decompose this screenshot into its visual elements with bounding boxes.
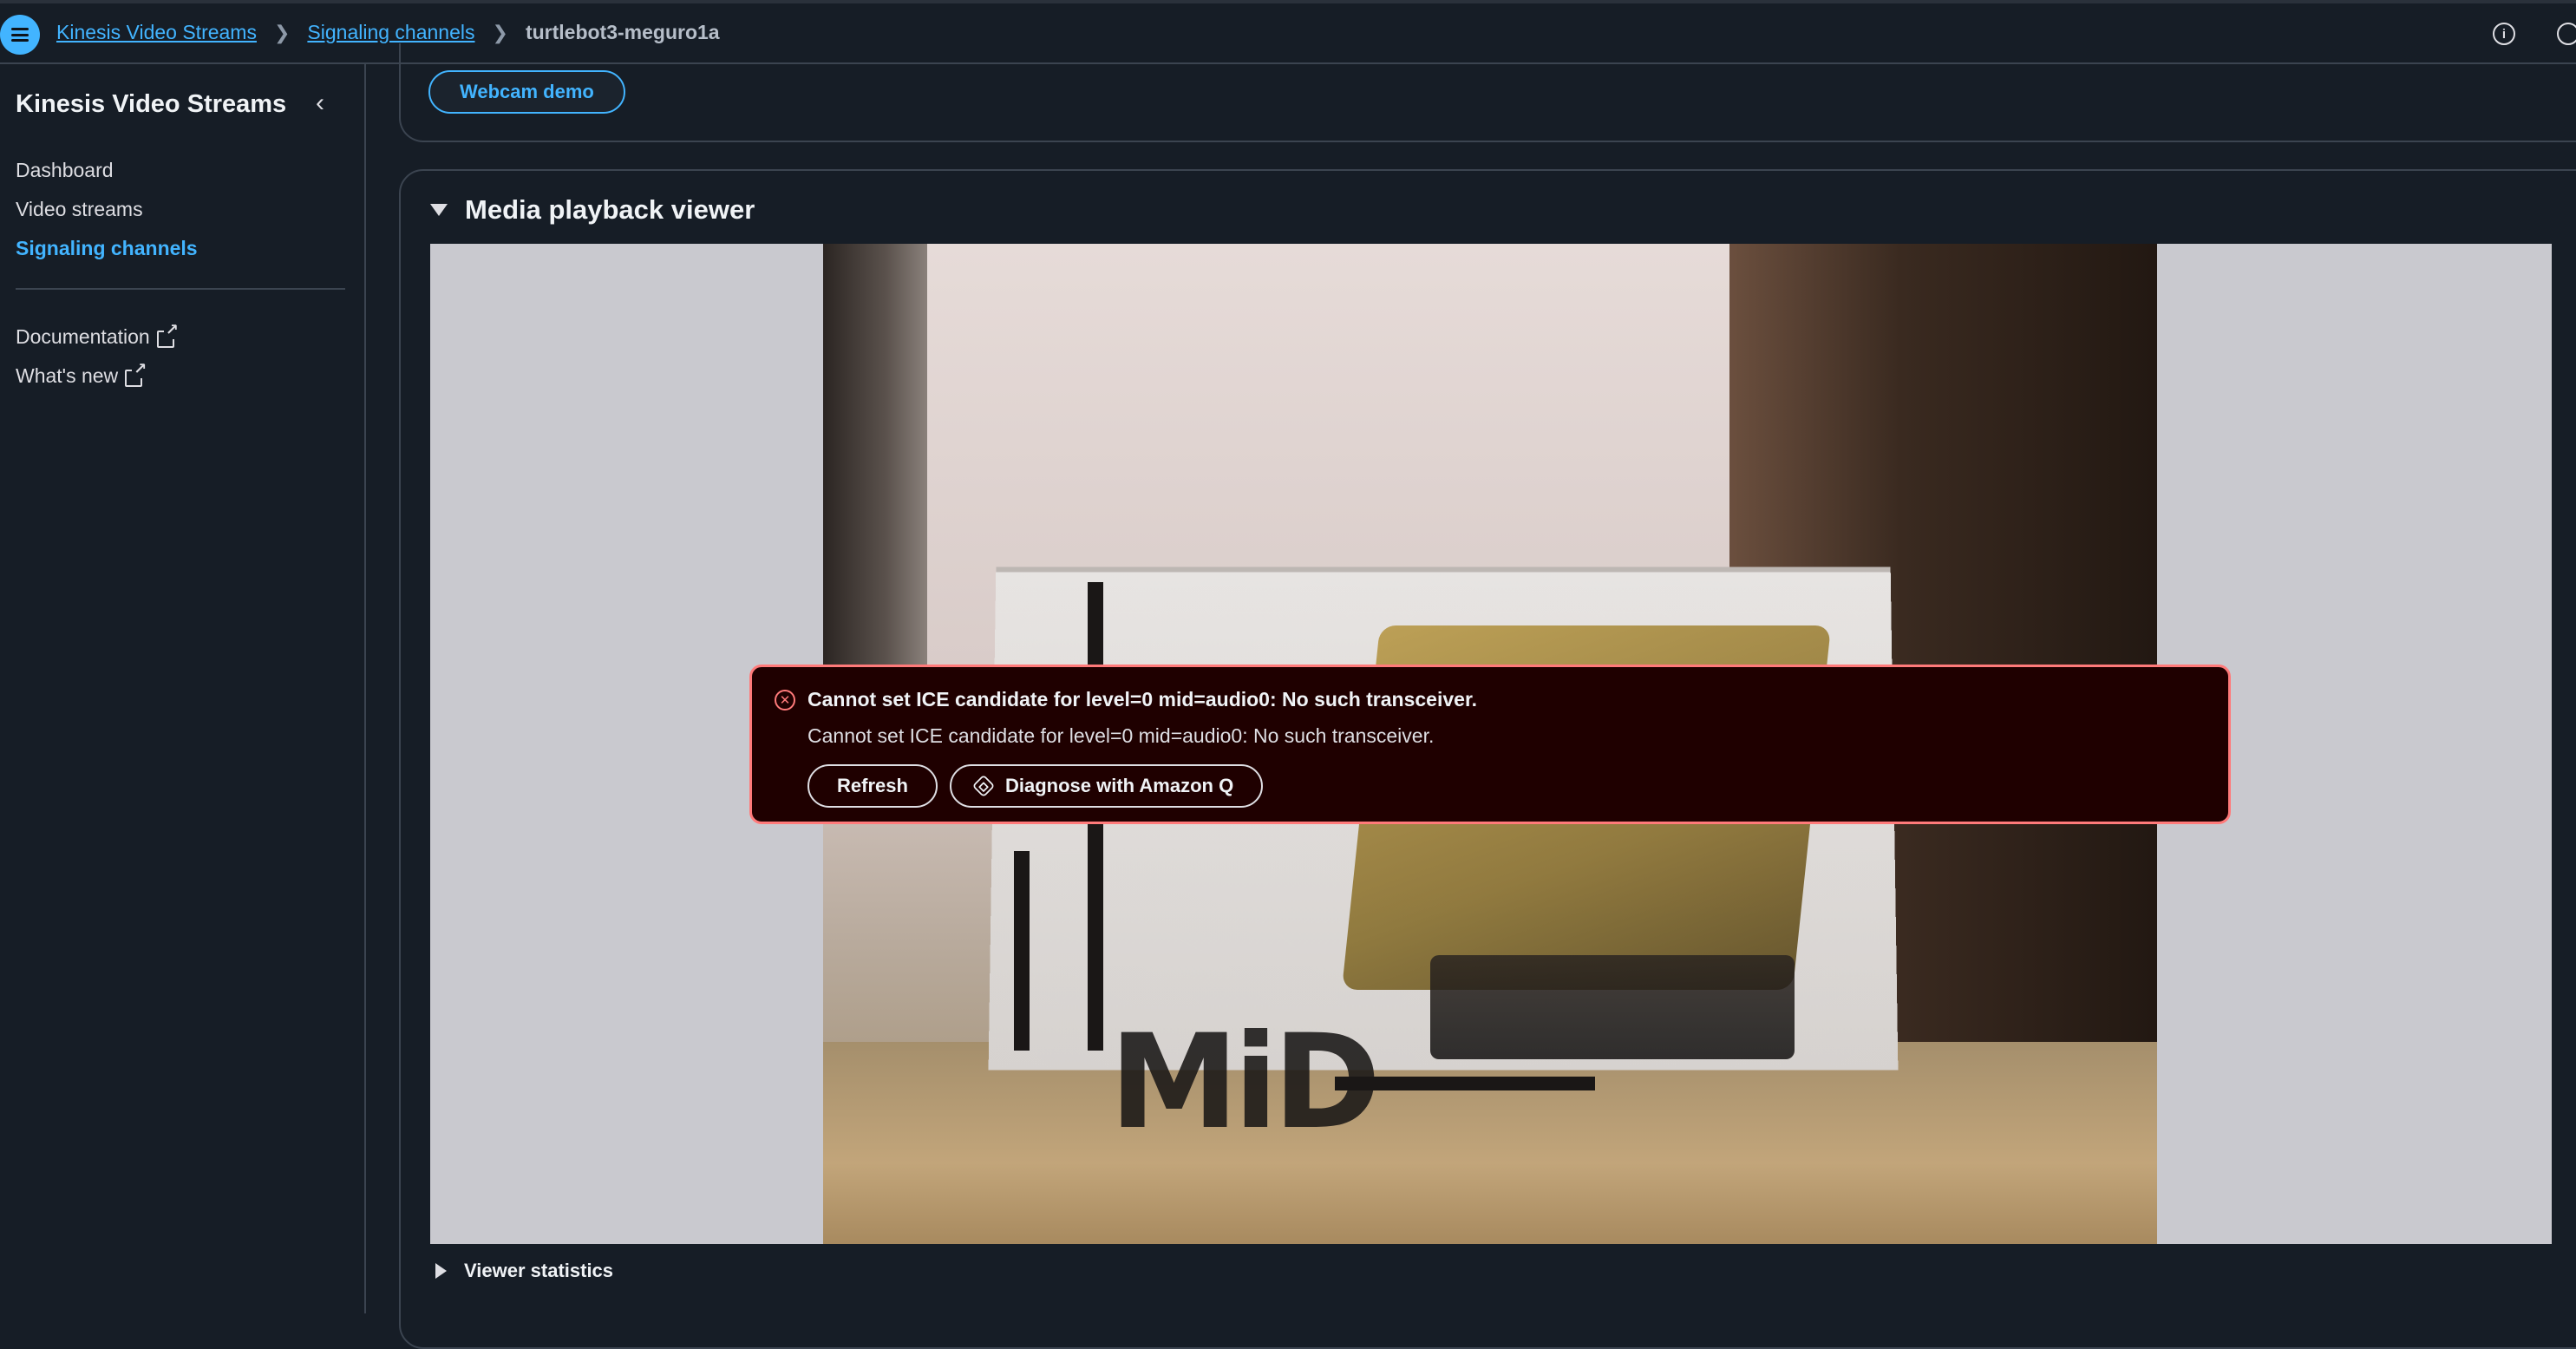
sidebar-item-video-streams[interactable]: Video streams xyxy=(16,190,198,229)
menu-icon xyxy=(11,28,29,42)
viewer-statistics-label: Viewer statistics xyxy=(464,1260,614,1281)
amazon-q-icon xyxy=(971,774,996,798)
diagnose-label: Diagnose with Amazon Q xyxy=(1005,775,1234,796)
viewer-title: Media playback viewer xyxy=(465,194,755,225)
video-scene-wall xyxy=(823,244,927,730)
settings-icon[interactable] xyxy=(2557,23,2576,45)
sidebar-item-dashboard[interactable]: Dashboard xyxy=(16,151,198,190)
breadcrumb-kinesis-video-streams[interactable]: Kinesis Video Streams xyxy=(56,21,257,44)
video-scene-floor xyxy=(823,1042,2157,1244)
video-scene-dash xyxy=(1335,1077,1595,1090)
viewer-statistics-toggle[interactable]: Viewer statistics xyxy=(435,1260,613,1282)
chevron-right-icon: ❯ xyxy=(492,21,508,43)
sidebar-item-signaling-channels[interactable]: Signaling channels xyxy=(16,229,198,268)
diagnose-with-amazon-q-button[interactable]: Diagnose with Amazon Q xyxy=(950,764,1264,808)
error-alert: ✕ Cannot set ICE candidate for level=0 m… xyxy=(749,665,2231,824)
sidebar-divider xyxy=(16,288,345,290)
error-icon: ✕ xyxy=(775,690,795,711)
alert-message: Cannot set ICE candidate for level=0 mid… xyxy=(807,724,1435,747)
chevron-left-icon[interactable]: ‹ xyxy=(316,90,324,116)
sidebar-link-documentation[interactable]: Documentation xyxy=(16,318,179,357)
caret-down-icon xyxy=(430,204,448,216)
alert-title: Cannot set ICE candidate for level=0 mid… xyxy=(807,688,1478,711)
sidebar-nav: Dashboard Video streams Signaling channe… xyxy=(16,151,198,268)
breadcrumb-current: turtlebot3-meguro1a xyxy=(525,21,720,43)
refresh-button[interactable]: Refresh xyxy=(807,764,938,808)
documentation-label: Documentation xyxy=(16,325,150,348)
video-scene-robot-base xyxy=(1430,955,1795,1059)
breadcrumb: Kinesis Video Streams ❯ Signaling channe… xyxy=(56,21,720,44)
external-link-icon xyxy=(156,322,179,348)
video-scene-strip xyxy=(1014,851,1030,1051)
info-icon[interactable]: i xyxy=(2493,23,2515,45)
whats-new-label: What's new xyxy=(16,364,119,387)
sidebar-links: Documentation What's new xyxy=(16,318,179,396)
chevron-right-icon: ❯ xyxy=(273,21,291,43)
external-link-icon xyxy=(125,361,147,387)
sidebar-title[interactable]: Kinesis Video Streams xyxy=(16,90,286,119)
caret-right-icon xyxy=(435,1263,447,1279)
viewer-header[interactable]: Media playback viewer xyxy=(430,194,755,226)
sidebar-link-whats-new[interactable]: What's new xyxy=(16,357,176,396)
sidebar: Kinesis Video Streams ‹ Dashboard Video … xyxy=(0,64,366,1313)
webcam-card xyxy=(399,43,2576,142)
menu-button[interactable] xyxy=(0,15,40,55)
webcam-demo-button[interactable]: Webcam demo xyxy=(428,70,625,114)
breadcrumb-signaling-channels[interactable]: Signaling channels xyxy=(307,21,474,44)
